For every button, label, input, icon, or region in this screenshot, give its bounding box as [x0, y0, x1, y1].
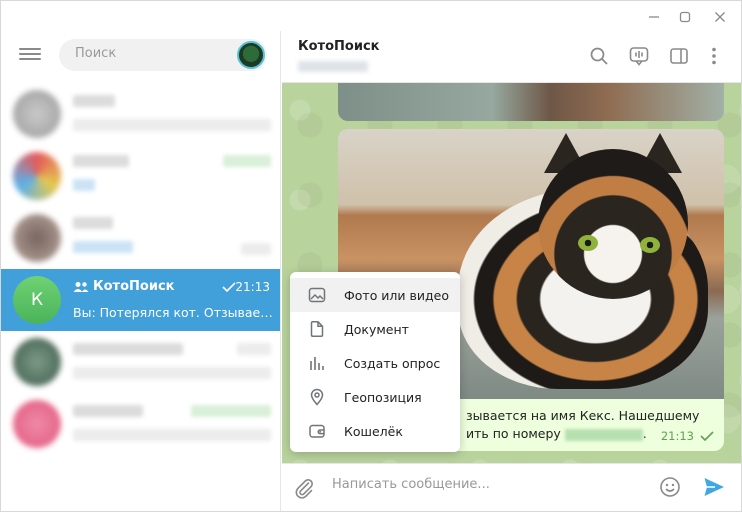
cat-eye-shape	[640, 237, 660, 253]
blurred-badge	[241, 243, 271, 255]
menu-icon-line	[19, 53, 41, 55]
menu-icon	[19, 48, 41, 50]
search-input[interactable]	[75, 46, 225, 61]
avatar	[13, 214, 61, 262]
blurred-name	[73, 217, 113, 229]
attach-menu-label: Создать опрос	[344, 355, 441, 371]
blurred-preview	[73, 241, 133, 253]
send-icon	[704, 478, 724, 496]
wallet-icon	[308, 422, 326, 440]
location-icon	[308, 388, 326, 406]
blurred-phone-number	[564, 428, 643, 441]
more-vertical-icon	[712, 47, 716, 65]
sidebar-toggle-button[interactable]	[668, 45, 690, 67]
search-icon	[590, 47, 608, 65]
blurred-preview	[73, 367, 271, 379]
maximize-button[interactable]	[674, 7, 696, 27]
avatar	[13, 400, 61, 448]
blurred-name	[73, 405, 143, 417]
chat-list-item-kotopoisk[interactable]: К КотоПоиск 21:13 Вы: Потерялся кот. Отз…	[1, 269, 280, 331]
maximize-icon	[679, 11, 691, 23]
chat-list-item[interactable]	[1, 331, 280, 393]
attach-menu-item-location[interactable]: Геопозиция	[290, 380, 460, 414]
attach-menu-item-photo[interactable]: Фото или видео	[290, 278, 460, 312]
hamburger-menu-button[interactable]	[19, 45, 41, 65]
attach-button[interactable]	[292, 476, 316, 500]
chat-time: 21:13	[235, 280, 270, 294]
attach-menu-item-document[interactable]: Документ	[290, 312, 460, 346]
attach-menu: Фото или видео Документ Создать опрос Ге…	[290, 272, 460, 452]
blurred-name	[73, 95, 115, 107]
blurred-preview	[73, 429, 271, 441]
minimize-button[interactable]	[643, 7, 665, 27]
account-avatar[interactable]	[237, 41, 265, 69]
cat-eye-shape	[578, 235, 598, 251]
chat-header: КотоПоиск	[282, 31, 741, 83]
sidebar: К КотоПоиск 21:13 Вы: Потерялся кот. Отз…	[1, 31, 281, 511]
chat-title[interactable]: КотоПоиск	[298, 39, 379, 54]
blurred-preview	[73, 119, 271, 131]
chat-preview: Вы: Потерялся кот. Отзываетс...	[73, 305, 273, 320]
blurred-name	[73, 155, 129, 167]
attach-menu-label: Фото или видео	[344, 287, 449, 303]
previous-photo[interactable]	[338, 83, 724, 121]
blurred-subtitle	[298, 61, 368, 72]
chat-list-item[interactable]	[1, 393, 280, 455]
document-icon	[308, 320, 326, 338]
attach-menu-label: Документ	[344, 321, 409, 337]
attach-menu-item-poll[interactable]: Создать опрос	[290, 346, 460, 380]
blurred-preview	[73, 179, 95, 191]
attach-menu-label: Кошелёк	[344, 423, 403, 439]
avatar: К	[13, 276, 61, 324]
check-icon	[222, 282, 236, 292]
sidebar-icon	[670, 48, 688, 64]
message-text-end: .	[642, 426, 647, 441]
chat-name: КотоПоиск	[93, 279, 175, 294]
search-box[interactable]	[59, 39, 267, 71]
avatar	[13, 90, 61, 138]
app-window: К КотоПоиск 21:13 Вы: Потерялся кот. Отз…	[0, 0, 742, 512]
chat-list: К КотоПоиск 21:13 Вы: Потерялся кот. Отз…	[1, 83, 280, 455]
avatar	[13, 152, 61, 200]
close-button[interactable]	[709, 7, 731, 27]
blurred-time	[237, 343, 271, 355]
check-icon	[700, 431, 714, 441]
blurred-name	[73, 343, 183, 355]
blurred-time	[223, 155, 271, 167]
chat-list-item[interactable]	[1, 83, 280, 145]
attach-menu-item-wallet[interactable]: Кошелёк	[290, 414, 460, 448]
video-chat-button[interactable]	[628, 45, 650, 67]
send-button[interactable]	[702, 475, 726, 499]
close-icon	[715, 12, 725, 22]
menu-icon-line	[19, 58, 41, 60]
message-composer	[282, 463, 741, 511]
message-text-line: ить по номеру	[466, 426, 561, 441]
group-icon	[73, 282, 89, 292]
photo-icon	[308, 286, 326, 304]
minimize-icon	[649, 16, 659, 18]
search-button[interactable]	[588, 45, 610, 67]
chat-list-item[interactable]	[1, 145, 280, 207]
emoji-button[interactable]	[658, 475, 682, 499]
more-button[interactable]	[703, 45, 725, 67]
message-text-line: зывается на имя Кекс. Нашедшему	[466, 408, 700, 423]
title-bar	[1, 1, 741, 31]
message-time: 21:13	[660, 429, 694, 443]
poll-icon	[308, 354, 326, 372]
cat-head-shape	[538, 149, 688, 299]
attach-menu-label: Геопозиция	[344, 389, 422, 405]
paperclip-icon	[295, 479, 313, 499]
smile-icon	[660, 477, 680, 497]
blurred-time	[191, 405, 271, 417]
voice-chat-icon	[629, 47, 649, 66]
chat-list-item[interactable]	[1, 207, 280, 269]
message-input[interactable]	[332, 477, 632, 492]
avatar	[13, 338, 61, 386]
